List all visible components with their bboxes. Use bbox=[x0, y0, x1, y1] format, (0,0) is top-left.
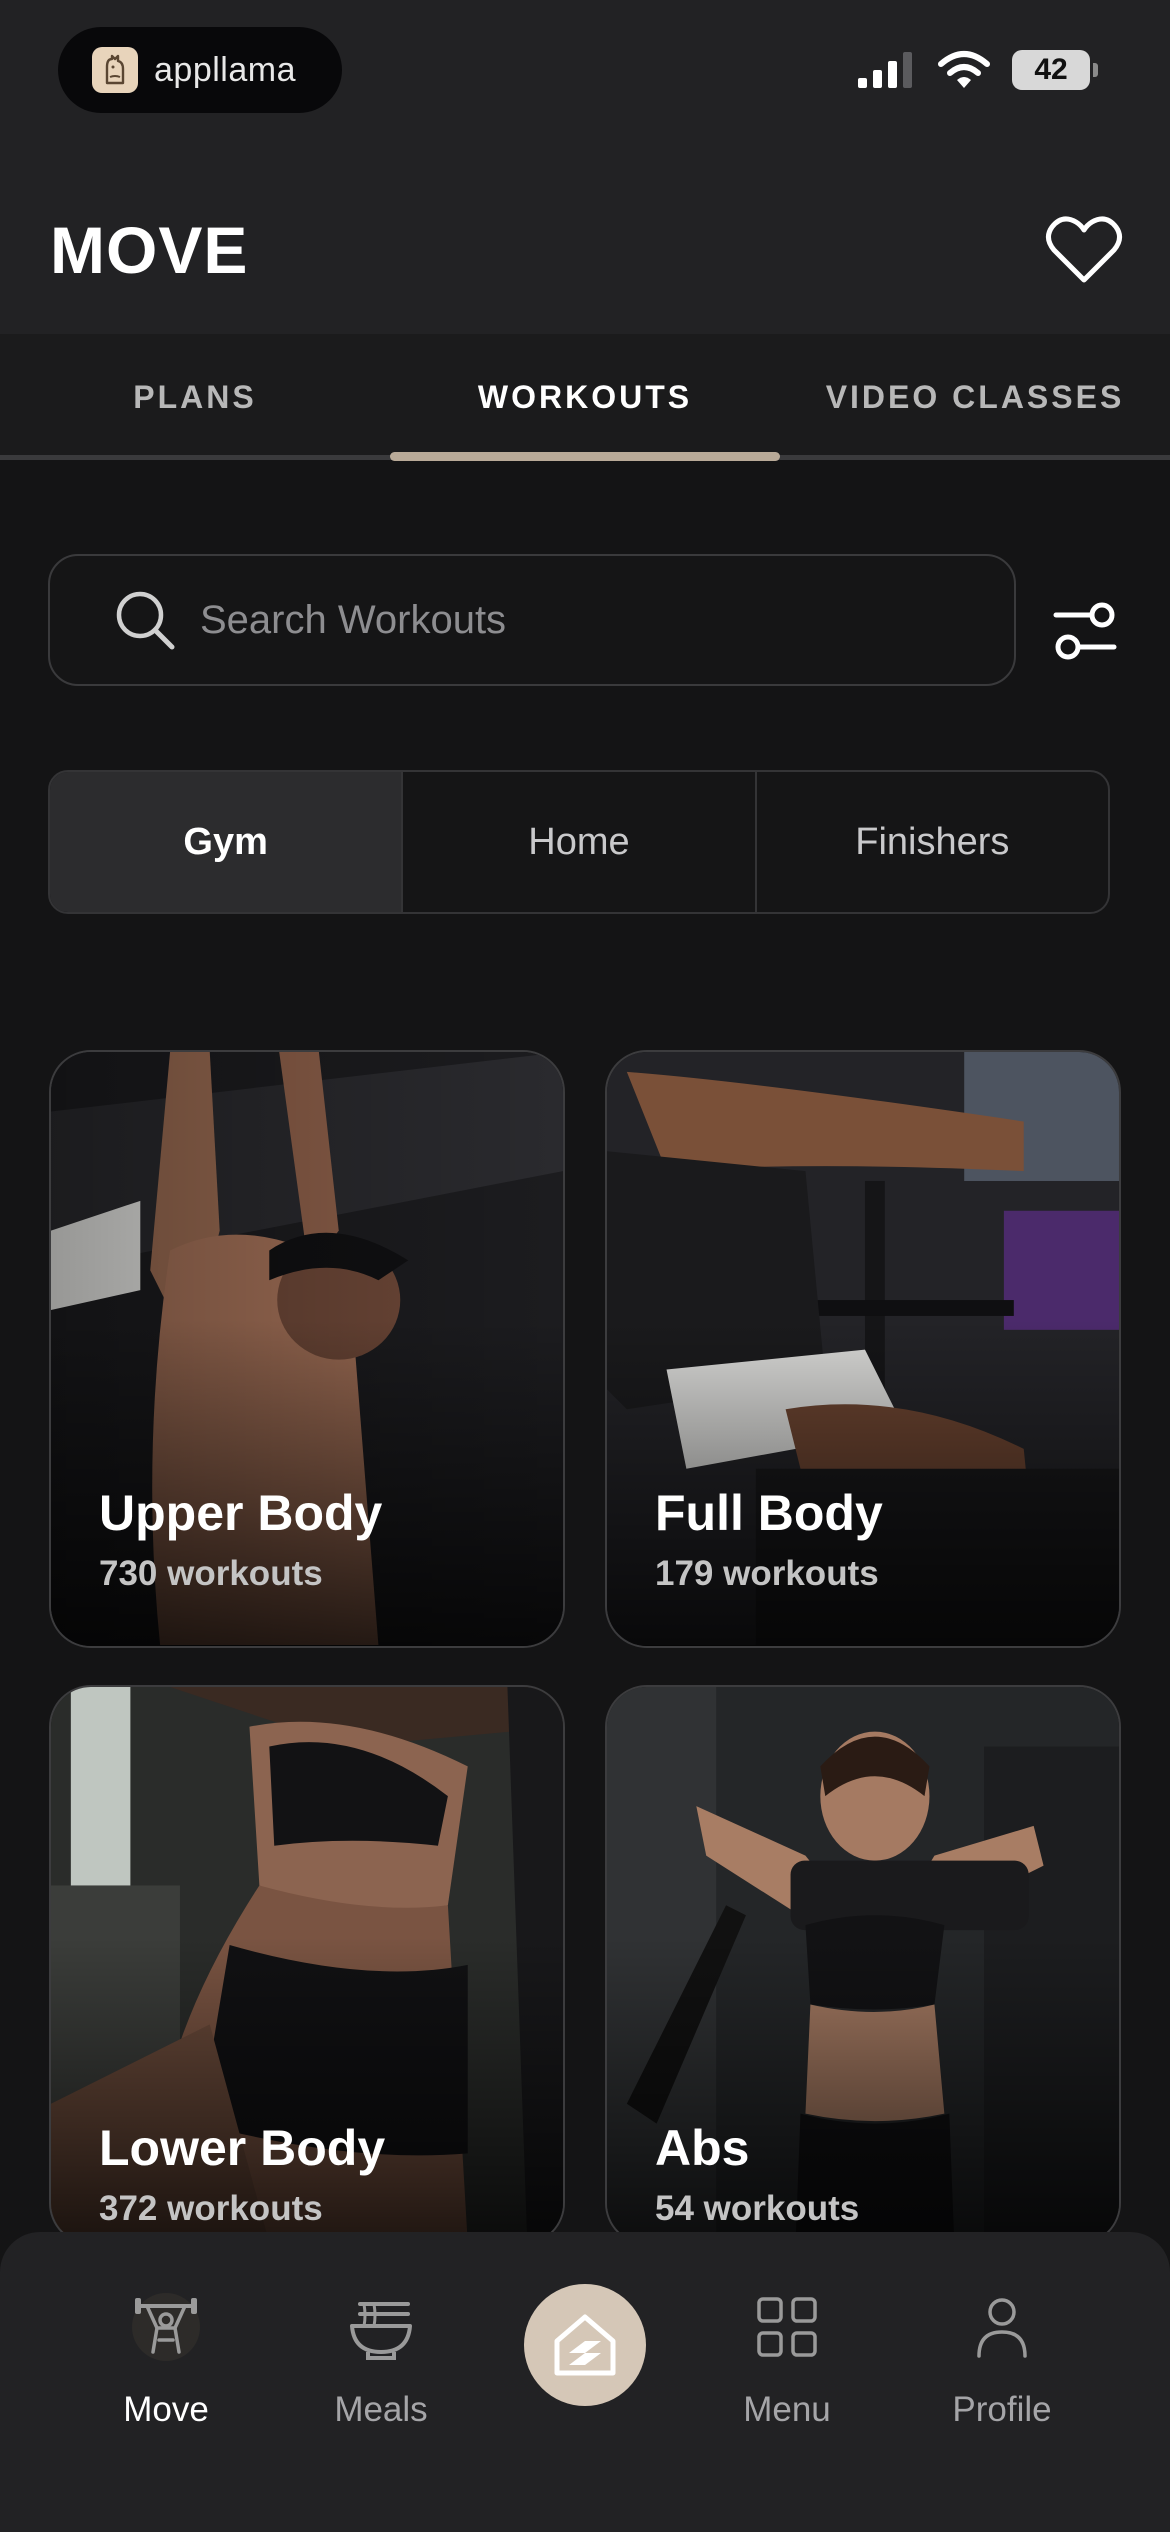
card-title: Abs bbox=[655, 2120, 750, 2176]
workout-card-abs[interactable]: Abs 54 workouts bbox=[605, 1685, 1121, 2245]
tab-video-classes[interactable]: VIDEO CLASSES bbox=[780, 334, 1170, 460]
tab-workouts[interactable]: WORKOUTS bbox=[390, 334, 780, 460]
nav-item-meals[interactable]: Meals bbox=[291, 2290, 471, 2430]
nav-label-menu: Menu bbox=[743, 2390, 831, 2429]
grid-icon bbox=[757, 2297, 817, 2357]
wifi-icon bbox=[938, 51, 990, 88]
cellular-signal-icon bbox=[858, 52, 912, 88]
bottom-navigation: Move Meals Menu Profile bbox=[0, 2232, 1170, 2532]
weightlifter-icon bbox=[132, 2293, 200, 2361]
search-input[interactable] bbox=[200, 580, 1014, 660]
search-icon bbox=[116, 591, 175, 650]
favorites-heart-icon[interactable] bbox=[1044, 210, 1124, 290]
battery-indicator: 42 bbox=[1012, 50, 1098, 90]
nav-item-move[interactable]: Move bbox=[76, 2290, 256, 2430]
page-title: MOVE bbox=[50, 213, 249, 287]
nav-label-move: Move bbox=[123, 2390, 209, 2429]
nav-label-profile: Profile bbox=[952, 2390, 1052, 2429]
status-icons: 42 bbox=[856, 50, 1098, 90]
header-area: appllama 42 MOVE bbox=[0, 0, 1170, 334]
segment-gym[interactable]: Gym bbox=[50, 772, 402, 912]
screen: appllama 42 MOVE PLANS WORKOUTS VIDEO CL… bbox=[0, 0, 1170, 2532]
home-logo-icon bbox=[554, 2314, 616, 2376]
location-segmented-control: Gym Home Finishers bbox=[48, 770, 1110, 914]
nav-item-menu[interactable]: Menu bbox=[697, 2290, 877, 2430]
nav-item-profile[interactable]: Profile bbox=[912, 2290, 1092, 2430]
segment-home[interactable]: Home bbox=[401, 772, 754, 912]
card-count: 730 workouts bbox=[99, 1554, 323, 1593]
workout-card-lower-body[interactable]: Lower Body 372 workouts bbox=[49, 1685, 565, 2245]
card-count: 54 workouts bbox=[655, 2189, 860, 2228]
card-count: 372 workouts bbox=[99, 2189, 323, 2228]
active-tab-indicator bbox=[390, 452, 780, 461]
battery-level: 42 bbox=[1034, 53, 1068, 86]
workout-card-full-body[interactable]: Full Body 179 workouts bbox=[605, 1050, 1121, 1648]
tab-bar: PLANS WORKOUTS VIDEO CLASSES bbox=[0, 334, 1170, 460]
card-title: Full Body bbox=[655, 1485, 883, 1541]
llama-logo-icon bbox=[92, 47, 138, 93]
bowl-icon bbox=[350, 2302, 412, 2360]
segment-finishers[interactable]: Finishers bbox=[754, 772, 1108, 912]
card-title: Upper Body bbox=[99, 1485, 383, 1541]
app-pill[interactable]: appllama bbox=[58, 27, 342, 113]
home-action-button[interactable] bbox=[524, 2284, 646, 2406]
card-count: 179 workouts bbox=[655, 1554, 879, 1593]
tab-plans[interactable]: PLANS bbox=[0, 334, 390, 460]
card-title: Lower Body bbox=[99, 2120, 386, 2176]
person-icon bbox=[977, 2298, 1027, 2358]
app-pill-name: appllama bbox=[154, 50, 296, 89]
filter-sliders-icon[interactable] bbox=[1052, 598, 1118, 664]
search-bar bbox=[48, 554, 1016, 686]
nav-label-meals: Meals bbox=[334, 2390, 428, 2429]
workout-card-upper-body[interactable]: Upper Body 730 workouts bbox=[49, 1050, 565, 1648]
